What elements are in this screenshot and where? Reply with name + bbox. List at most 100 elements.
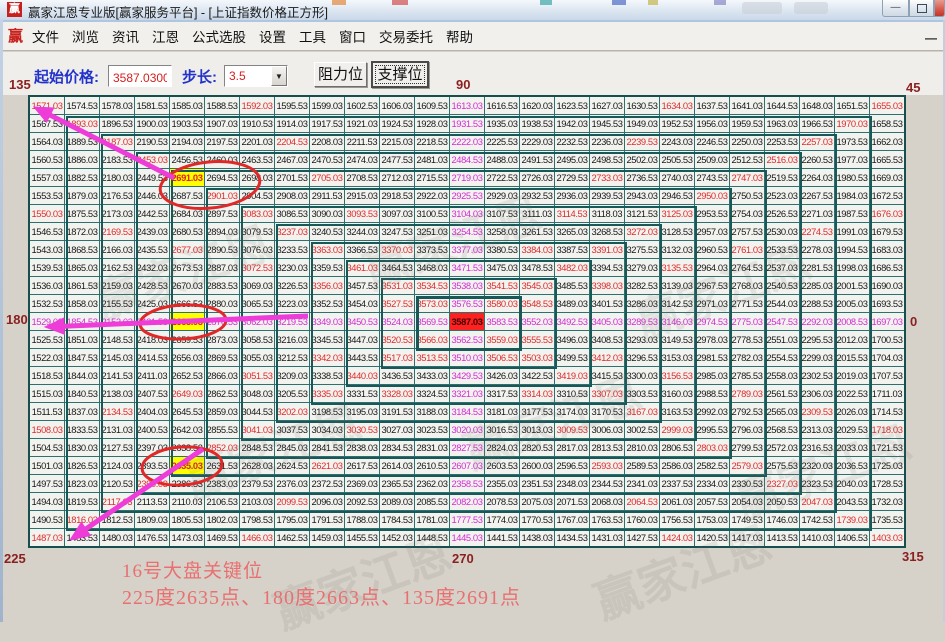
gann-cell: 3258.03 <box>485 223 519 240</box>
menu-item[interactable]: 江恩 <box>152 26 179 46</box>
gann-cell: 3163.53 <box>660 403 694 420</box>
gann-cell: 1658.53 <box>870 115 904 132</box>
gann-cell: 1707.53 <box>870 367 904 384</box>
gann-cell: 2845.03 <box>275 439 309 456</box>
gann-cell: 2659.53 <box>170 331 204 348</box>
support-button[interactable]: 支撑位 <box>371 61 429 88</box>
gann-cell: 2365.53 <box>380 475 414 492</box>
menu-item[interactable]: 浏览 <box>72 26 99 46</box>
gann-cell: 1868.53 <box>65 241 99 258</box>
gann-cell: 2001.53 <box>835 277 869 294</box>
gann-cell: 2418.03 <box>135 331 169 348</box>
angle-label-90: 90 <box>456 77 471 92</box>
resistance-button[interactable]: 阻力位 <box>314 62 367 87</box>
gann-cell: 3356.03 <box>310 277 344 294</box>
gann-cell: 2141.53 <box>100 367 134 384</box>
gann-cell: 1931.53 <box>450 115 484 132</box>
gann-cell: 2498.53 <box>590 151 624 168</box>
gann-cell: 1938.53 <box>520 115 554 132</box>
gann-cell: 3422.53 <box>520 367 554 384</box>
gann-cell: 2719.03 <box>450 169 484 186</box>
gann-cell: 2617.53 <box>345 457 379 474</box>
gann-cell: 2512.53 <box>730 151 764 168</box>
gann-cell: 2642.03 <box>170 421 204 438</box>
gann-cell: 3090.03 <box>310 205 344 222</box>
gann-cell: 2057.53 <box>695 493 729 510</box>
gann-cell: 2309.53 <box>800 403 834 420</box>
combobox-dropdown-arrow-icon[interactable]: ▼ <box>271 66 287 86</box>
gann-cell: 3415.53 <box>590 367 624 384</box>
menu-item[interactable]: 设置 <box>259 26 286 46</box>
minimize-button[interactable]: — <box>882 0 909 17</box>
close-button[interactable] <box>934 0 945 17</box>
gann-cell: 1606.03 <box>380 97 414 114</box>
gann-cell: 2603.53 <box>485 457 519 474</box>
gann-cell: 2806.53 <box>660 439 694 456</box>
gann-cell: 2859.03 <box>205 403 239 420</box>
gann-cell: 2134.53 <box>100 403 134 420</box>
gann-cell: 1721.53 <box>870 439 904 456</box>
gann-cell: 3212.53 <box>275 349 309 366</box>
mdi-minimize-button[interactable]: — <box>921 25 941 45</box>
menu-item[interactable]: 工具 <box>299 26 326 46</box>
gann-cell: 2344.53 <box>590 475 624 492</box>
gann-cell: 2911.53 <box>310 187 344 204</box>
gann-cell: 3055.03 <box>240 349 274 366</box>
gann-cell: 2288.53 <box>800 295 834 312</box>
gann-cell: 3461.03 <box>345 259 379 276</box>
gann-cell: 3111.03 <box>520 205 554 222</box>
menu-item[interactable]: 帮助 <box>446 26 473 46</box>
gann-cell: 3058.53 <box>240 331 274 348</box>
gann-cell: 3583.53 <box>485 313 519 330</box>
background-window-artifact <box>540 0 552 5</box>
gann-cell: 2169.53 <box>100 223 134 240</box>
gann-cell: 1476.53 <box>135 529 169 546</box>
gann-cell: 2127.53 <box>100 439 134 456</box>
menu-item[interactable]: 资讯 <box>112 26 139 46</box>
gann-cell: 2862.53 <box>205 385 239 402</box>
gann-cell: 2432.03 <box>135 259 169 276</box>
menu-item[interactable]: 公式选股 <box>192 26 246 46</box>
gann-cell: 3125.03 <box>660 205 694 222</box>
gann-cell: 1473.03 <box>170 529 204 546</box>
gann-cell: 3006.03 <box>590 421 624 438</box>
gann-cell: 1466.03 <box>240 529 274 546</box>
gann-cell: 2040.03 <box>835 475 869 492</box>
gann-cell: 2320.03 <box>800 457 834 474</box>
gann-cell: 2827.53 <box>450 439 484 456</box>
gann-cell: 1907.03 <box>205 115 239 132</box>
restore-button[interactable] <box>909 0 934 17</box>
gann-cell: 1903.53 <box>170 115 204 132</box>
gann-cell: 2281.53 <box>800 259 834 276</box>
gann-cell: 2610.53 <box>415 457 449 474</box>
gann-cell: 3496.03 <box>555 331 589 348</box>
gann-cell: 1683.03 <box>870 241 904 258</box>
menu-item[interactable]: 交易委托 <box>379 26 433 46</box>
gann-cell: 2544.03 <box>765 295 799 312</box>
gann-cell: 1823.03 <box>65 475 99 492</box>
gann-cell: 2813.53 <box>590 439 624 456</box>
gann-cell: 1508.03 <box>30 421 64 438</box>
restore-icon <box>916 4 927 13</box>
gann-cell: 2334.03 <box>695 475 729 492</box>
gann-cell: 1427.53 <box>625 529 659 546</box>
gann-cell: 1497.53 <box>30 475 64 492</box>
gann-cell: 2869.53 <box>205 349 239 366</box>
menu-item[interactable]: 文件 <box>32 26 59 46</box>
start-price-input[interactable] <box>108 65 172 87</box>
gann-cell: 2715.53 <box>415 169 449 186</box>
gann-cell: 2523.03 <box>765 187 799 204</box>
gann-cell: 1557.03 <box>30 169 64 186</box>
gann-cell: 1991.03 <box>835 223 869 240</box>
gann-cell: 2484.53 <box>450 151 484 168</box>
gann-cell: 3310.53 <box>555 385 589 402</box>
background-window-artifact <box>742 2 782 14</box>
gann-cell: 2414.53 <box>135 349 169 366</box>
gann-cell: 3205.53 <box>275 385 309 402</box>
menu-item[interactable]: 窗口 <box>339 26 366 46</box>
gann-cell: 2386.53 <box>170 475 204 492</box>
gann-cell: 2425.03 <box>135 295 169 312</box>
gann-cell: 2960.53 <box>695 241 729 258</box>
gann-cell: 2516.03 <box>765 151 799 168</box>
gann-cell: 1574.53 <box>65 97 99 114</box>
